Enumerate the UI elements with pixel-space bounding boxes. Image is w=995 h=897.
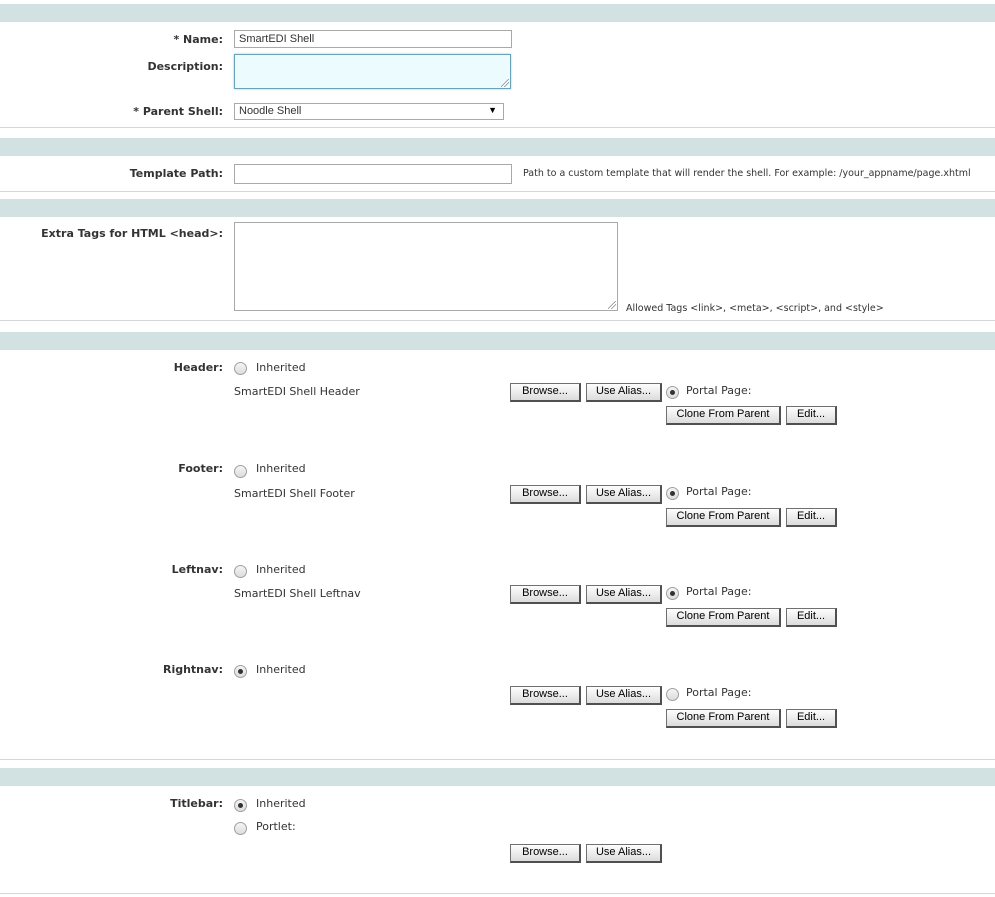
extra-tags-hint: Allowed Tags <link>, <meta>, <script>, a… [626,303,884,314]
footer-inherited-label: Inherited [256,462,306,475]
footer-edit-button[interactable]: Edit... [786,508,837,527]
rightnav-inherited-label: Inherited [256,663,306,676]
extra-tags-label: Extra Tags for HTML <head>: [41,227,223,240]
parent-shell-select[interactable]: Noodle Shell ▼ [234,103,504,120]
rightnav-browse-button[interactable]: Browse... [510,686,581,705]
section-divider [0,127,995,128]
footer-portal-radio[interactable] [666,487,679,500]
header-inherited-label: Inherited [256,361,306,374]
titlebar-portlet-label: Portlet: [256,820,296,833]
footer-portal-label: Portal Page: [686,485,752,498]
section-header-titlebar [0,768,995,786]
name-input[interactable]: SmartEDI Shell [234,30,512,48]
description-textarea[interactable] [234,54,511,89]
titlebar-use-alias-button[interactable]: Use Alias... [586,844,662,863]
section-header-extra-tags [0,199,995,217]
rightnav-edit-button[interactable]: Edit... [786,709,837,728]
header-portal-label: Portal Page: [686,384,752,397]
rightnav-portal-label: Portal Page: [686,686,752,699]
leftnav-label: Leftnav: [171,563,223,576]
section-header-components [0,332,995,350]
rightnav-inherited-radio[interactable] [234,665,247,678]
footer-page-name: SmartEDI Shell Footer [234,487,355,500]
leftnav-edit-button[interactable]: Edit... [786,608,837,627]
header-browse-button[interactable]: Browse... [510,383,581,402]
titlebar-inherited-radio[interactable] [234,799,247,812]
footer-clone-button[interactable]: Clone From Parent [666,508,781,527]
titlebar-inherited-label: Inherited [256,797,306,810]
leftnav-inherited-radio[interactable] [234,565,247,578]
section-header-general [0,4,995,22]
header-clone-button[interactable]: Clone From Parent [666,406,781,425]
resize-grip-icon[interactable] [501,79,509,87]
template-path-input[interactable] [234,164,512,184]
section-header-template [0,138,995,156]
template-path-label: Template Path: [129,167,223,180]
leftnav-inherited-label: Inherited [256,563,306,576]
footer-use-alias-button[interactable]: Use Alias... [586,485,662,504]
name-label: * Name: [173,33,223,46]
rightnav-use-alias-button[interactable]: Use Alias... [586,686,662,705]
leftnav-use-alias-button[interactable]: Use Alias... [586,585,662,604]
footer-inherited-radio[interactable] [234,465,247,478]
rightnav-portal-radio[interactable] [666,688,679,701]
titlebar-label: Titlebar: [170,797,223,810]
section-divider [0,191,995,192]
header-edit-button[interactable]: Edit... [786,406,837,425]
header-label: Header: [173,361,223,374]
leftnav-portal-label: Portal Page: [686,585,752,598]
section-divider [0,893,995,894]
header-use-alias-button[interactable]: Use Alias... [586,383,662,402]
parent-shell-label: * Parent Shell: [133,105,223,118]
leftnav-clone-button[interactable]: Clone From Parent [666,608,781,627]
header-page-name: SmartEDI Shell Header [234,385,360,398]
section-divider [0,320,995,321]
dropdown-arrow-icon: ▼ [488,105,497,115]
footer-label: Footer: [178,462,223,475]
extra-tags-textarea[interactable] [234,222,618,311]
footer-browse-button[interactable]: Browse... [510,485,581,504]
resize-grip-icon[interactable] [608,301,616,309]
titlebar-browse-button[interactable]: Browse... [510,844,581,863]
template-path-hint: Path to a custom template that will rend… [523,168,971,179]
rightnav-clone-button[interactable]: Clone From Parent [666,709,781,728]
parent-shell-value: Noodle Shell [239,105,302,117]
description-label: Description: [147,60,223,73]
titlebar-portlet-radio[interactable] [234,822,247,835]
section-divider [0,759,995,760]
header-portal-radio[interactable] [666,386,679,399]
leftnav-browse-button[interactable]: Browse... [510,585,581,604]
rightnav-label: Rightnav: [162,663,223,676]
leftnav-page-name: SmartEDI Shell Leftnav [234,587,361,600]
header-inherited-radio[interactable] [234,362,247,375]
leftnav-portal-radio[interactable] [666,587,679,600]
